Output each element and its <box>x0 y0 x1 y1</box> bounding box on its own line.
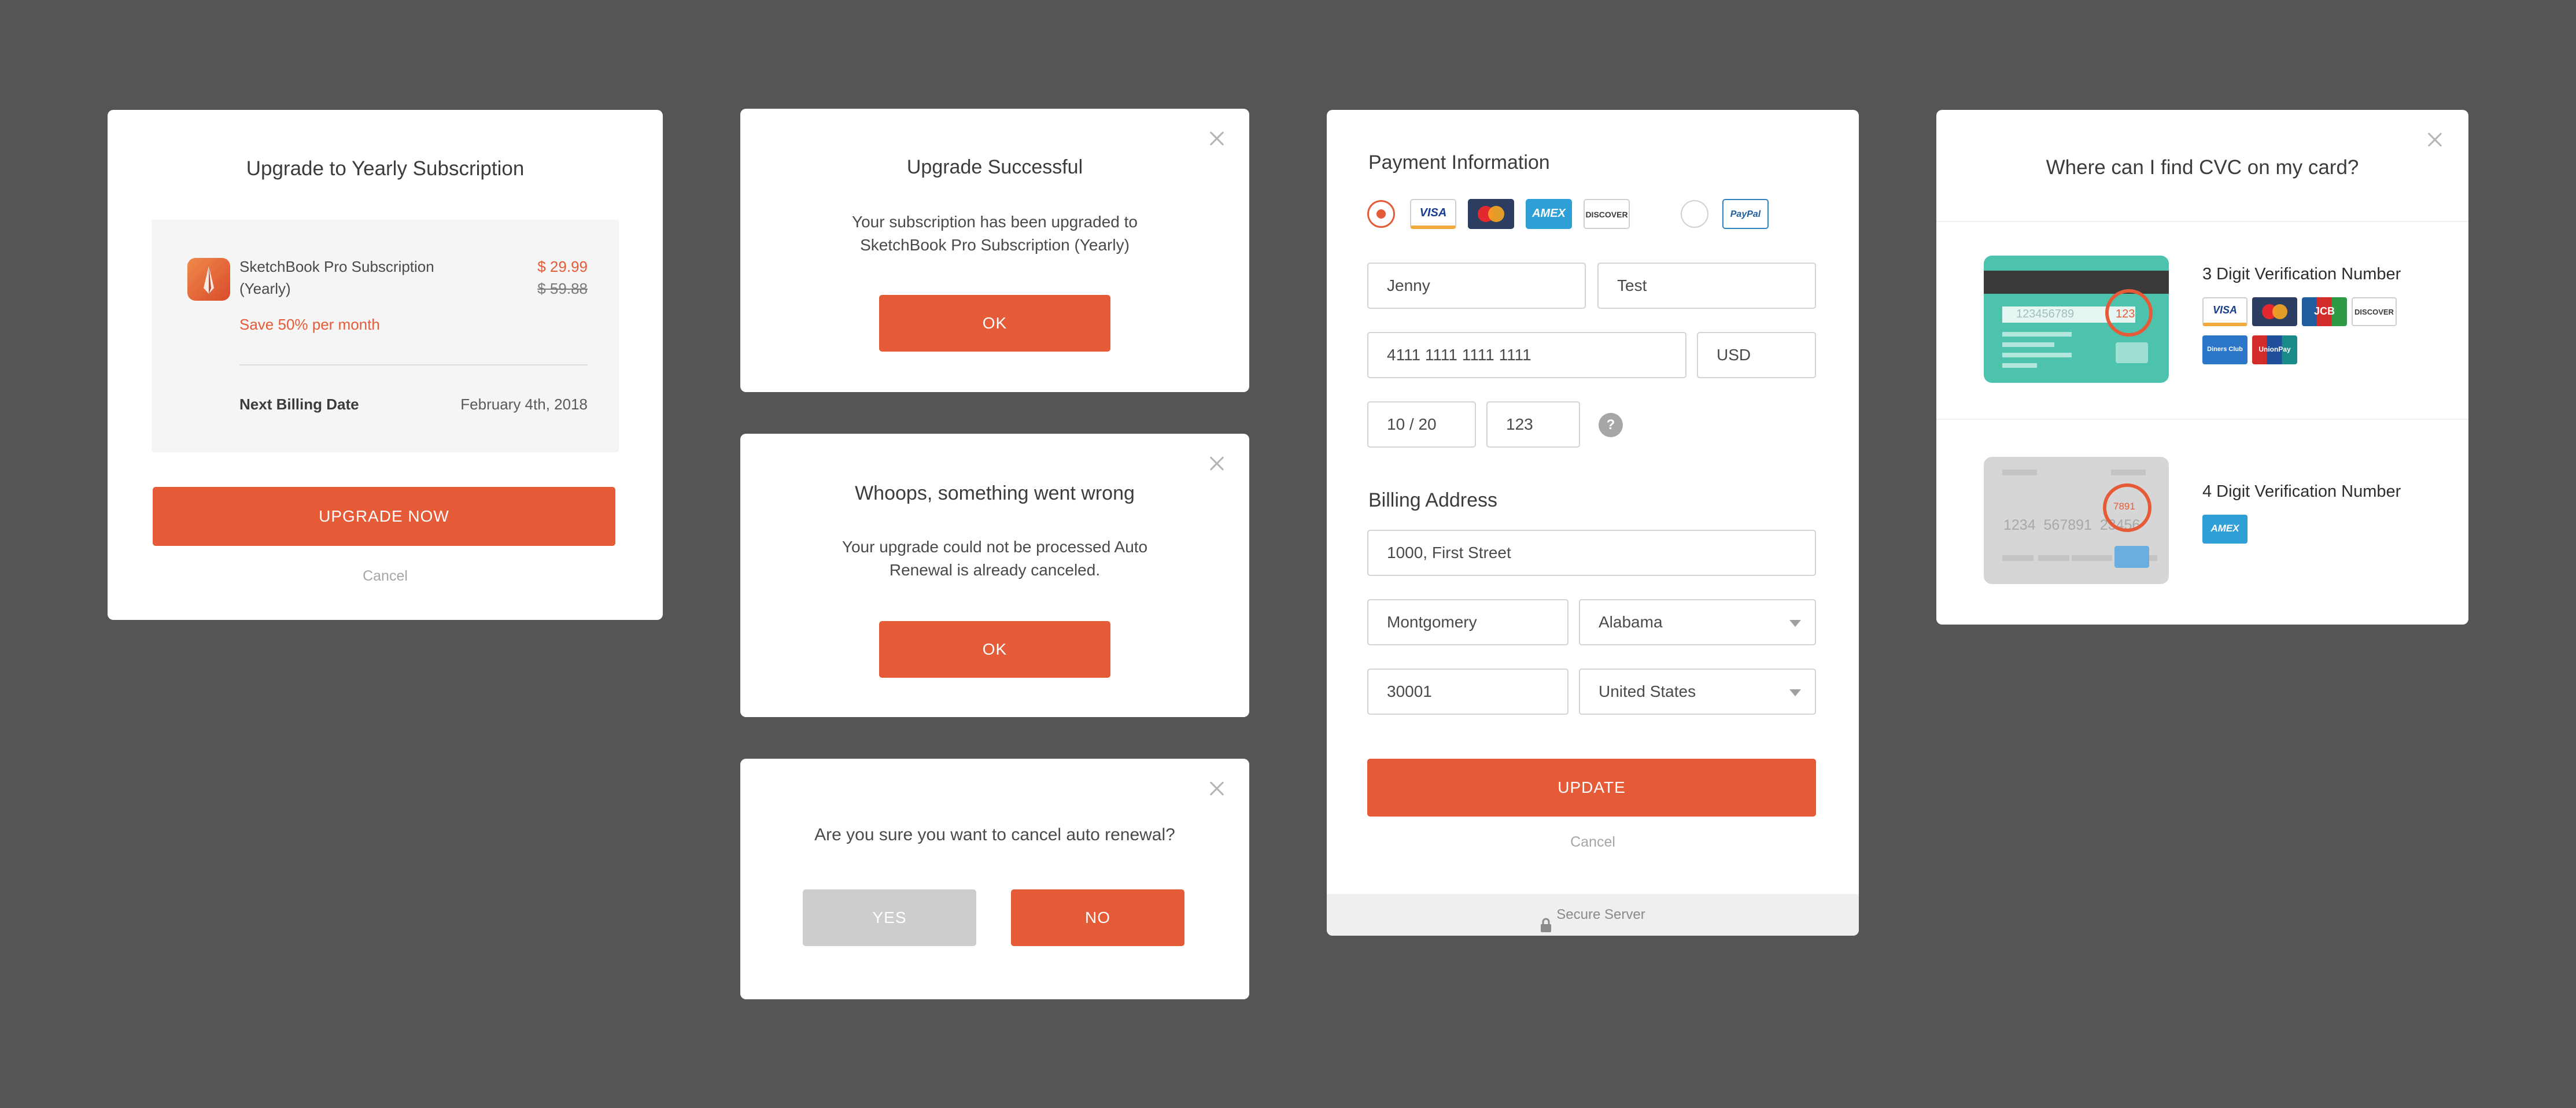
no-button[interactable]: NO <box>1011 889 1184 946</box>
magnetic-stripe <box>1984 271 2169 294</box>
cvc-highlight-circle <box>2105 289 2153 337</box>
four-digit-heading: 4 Digit Verification Number <box>2202 482 2401 501</box>
confirm-message: Are you sure you want to cancel auto ren… <box>814 825 1175 844</box>
amex-icon: AMEX <box>1526 199 1572 229</box>
ok-button[interactable]: OK <box>879 621 1110 678</box>
success-message-line2: SketchBook Pro Subscription (Yearly) <box>860 236 1130 254</box>
paypal-icon: PayPal <box>1722 199 1769 229</box>
three-digit-card-illustration: 123456789 123 <box>1984 256 2169 383</box>
divider <box>1936 419 2468 420</box>
diners-club-icon: Diners Club <box>2202 335 2247 364</box>
secure-server-footer: Secure Server <box>1327 894 1859 936</box>
visa-icon: VISA <box>2202 297 2247 326</box>
product-name-line2: (Yearly) <box>239 280 291 297</box>
success-dialog-title: Upgrade Successful <box>906 156 1083 178</box>
help-icon[interactable]: ? <box>1599 413 1623 437</box>
expiry-input[interactable]: 10 / 20 <box>1367 401 1476 448</box>
discover-icon: DISCOVER <box>1584 199 1630 229</box>
success-dialog: Upgrade Successful Your subscription has… <box>740 109 1249 392</box>
divider <box>239 364 588 365</box>
city-input[interactable]: Montgomery <box>1367 599 1569 645</box>
zip-input[interactable]: 30001 <box>1367 669 1569 715</box>
billing-label: Next Billing Date <box>239 396 359 413</box>
cvc-highlight-circle <box>2103 483 2151 532</box>
card-number-input[interactable]: 4111 1111 1111 1111 <box>1367 332 1686 378</box>
currency-field[interactable]: USD <box>1697 332 1816 378</box>
update-button[interactable]: UPDATE <box>1367 759 1816 817</box>
discover-icon: DISCOVER <box>2352 297 2397 326</box>
unionpay-icon: UnionPay <box>2252 335 2297 364</box>
first-name-input[interactable]: Jenny <box>1367 263 1586 309</box>
success-message-line1: Your subscription has been upgraded to <box>852 213 1138 231</box>
upgrade-now-button[interactable]: UPGRADE NOW <box>153 487 615 546</box>
state-value: Alabama <box>1599 613 1663 631</box>
cvc-help-title: Where can I find CVC on my card? <box>2046 156 2359 179</box>
subscription-summary-panel: SketchBook Pro Subscription (Yearly) $ 2… <box>152 220 619 452</box>
mastercard-icon <box>2252 297 2297 326</box>
close-icon[interactable] <box>1209 781 1225 797</box>
payment-dialog: Payment Information VISA AMEX DISCOVER P… <box>1327 110 1859 936</box>
confirm-dialog: Are you sure you want to cancel auto ren… <box>740 759 1249 999</box>
paypal-radio[interactable] <box>1681 200 1708 228</box>
visa-icon: VISA <box>1410 199 1456 229</box>
old-price: $ 59.88 <box>537 280 588 297</box>
card-chip <box>2114 546 2149 568</box>
error-message-line1: Your upgrade could not be processed Auto <box>842 538 1148 556</box>
chevron-down-icon <box>1789 689 1801 696</box>
country-select[interactable]: United States <box>1579 669 1816 715</box>
error-message-line2: Renewal is already canceled. <box>889 561 1101 579</box>
chevron-down-icon <box>1789 620 1801 627</box>
close-icon[interactable] <box>1209 456 1225 472</box>
upgrade-dialog: Upgrade to Yearly Subscription SketchBoo… <box>108 110 663 620</box>
last-name-input[interactable]: Test <box>1597 263 1816 309</box>
close-icon[interactable] <box>1209 131 1225 147</box>
billing-date: February 4th, 2018 <box>460 396 588 413</box>
three-digit-heading: 3 Digit Verification Number <box>2202 265 2401 283</box>
card-number-text: 123456789 <box>2016 308 2075 320</box>
sketchbook-app-icon <box>187 258 230 301</box>
ok-button[interactable]: OK <box>879 295 1110 352</box>
card-lines <box>2111 470 2146 475</box>
street-input[interactable]: 1000, First Street <box>1367 530 1816 576</box>
country-value: United States <box>1599 682 1696 700</box>
close-icon[interactable] <box>2427 132 2443 148</box>
card-lines <box>2002 332 2072 368</box>
new-price: $ 29.99 <box>537 258 588 275</box>
yes-button[interactable]: YES <box>803 889 976 946</box>
mastercard-icon <box>1468 199 1514 229</box>
secure-server-label: Secure Server <box>1556 907 1645 922</box>
savings-text: Save 50% per month <box>239 316 380 333</box>
card-chip <box>2116 342 2148 363</box>
lock-icon <box>1540 908 1552 932</box>
divider <box>1936 221 2468 222</box>
upgrade-dialog-title: Upgrade to Yearly Subscription <box>246 157 525 180</box>
amex-icon: AMEX <box>2202 515 2247 544</box>
error-dialog-title: Whoops, something went wrong <box>855 482 1135 504</box>
cvc-input[interactable]: 123 <box>1486 401 1580 448</box>
card-lines <box>2002 470 2037 475</box>
jcb-icon: JCB <box>2302 297 2347 326</box>
billing-title: Billing Address <box>1368 489 1498 511</box>
cvc-help-dialog: Where can I find CVC on my card? 1234567… <box>1936 110 2468 625</box>
error-dialog: Whoops, something went wrong Your upgrad… <box>740 434 1249 717</box>
cancel-link[interactable]: Cancel <box>1327 834 1859 851</box>
four-digit-card-illustration: 1234 567891 23456 7891 <box>1984 457 2169 584</box>
payment-title: Payment Information <box>1368 152 1550 173</box>
cancel-link[interactable]: Cancel <box>108 568 663 585</box>
state-select[interactable]: Alabama <box>1579 599 1816 645</box>
product-name-line1: SketchBook Pro Subscription <box>239 258 434 275</box>
card-radio-selected[interactable] <box>1367 200 1395 228</box>
